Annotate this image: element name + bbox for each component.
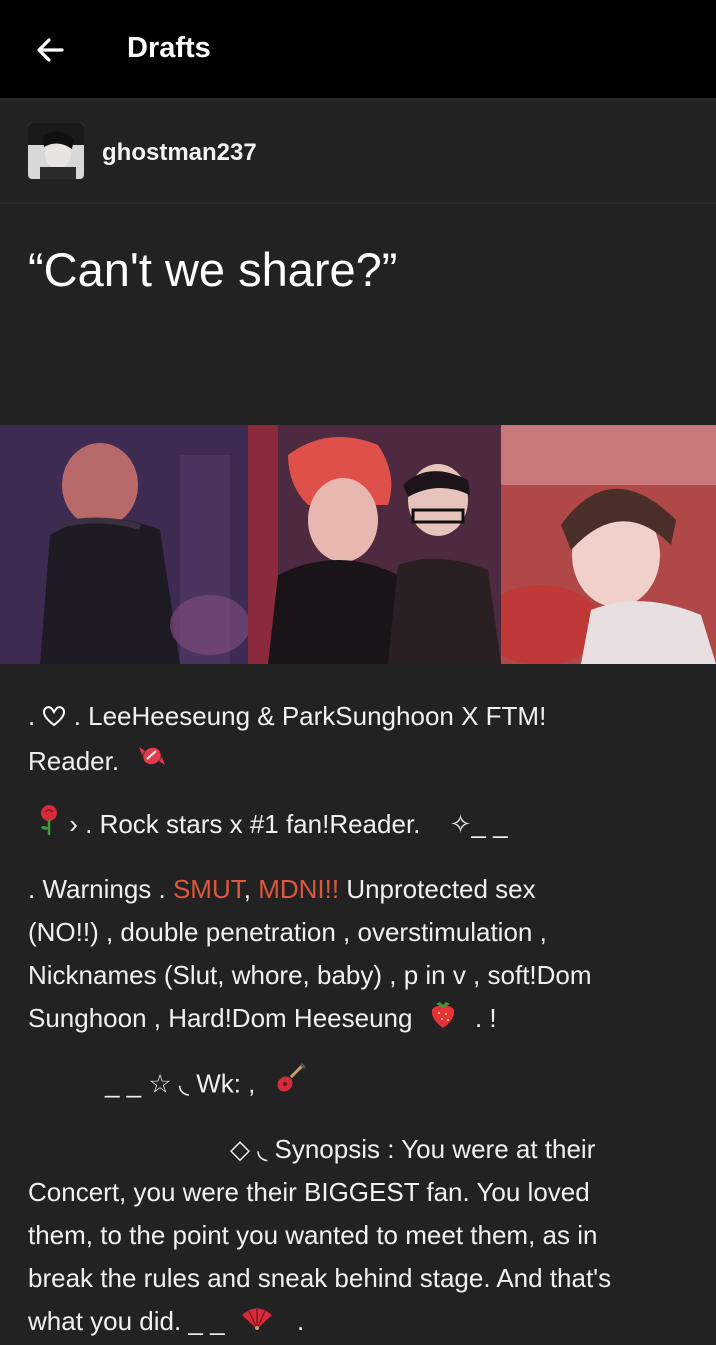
pairing-text: . LeeHeeseung & ParkSunghoon X FTM! (73, 701, 547, 731)
synopsis-line-2: Concert, you were their BIGGEST fan. You… (28, 1177, 590, 1207)
wk-line: _ _ ☆ ◟ Wk: , (105, 1062, 665, 1109)
author-name[interactable]: ghostman237 (102, 139, 257, 167)
banner-photo-3 (481, 425, 716, 664)
back-button[interactable] (30, 30, 70, 70)
banner-photo-2 (248, 425, 501, 664)
fan-icon (240, 1302, 274, 1345)
arrow-left-icon (37, 38, 64, 62)
pairing-text-2: Reader. (28, 745, 120, 776)
warnings-lead: . Warnings . (28, 874, 173, 904)
heart-outline-icon (42, 697, 66, 740)
rock-text: › . Rock stars x #1 fan!Reader. (69, 809, 421, 839)
guitar-icon (273, 1062, 307, 1109)
page-title: Drafts (127, 32, 211, 64)
rose-icon (36, 804, 62, 849)
rock-suffix: ✧_ _ (449, 809, 508, 839)
pairing-paragraph: . . LeeHeeseung & ParkSunghoon X FTM! Re… (28, 695, 688, 784)
warnings-line-3: Nicknames (Slut, whore, baby) , p in v ,… (28, 960, 592, 990)
warnings-rest: Unprotected sex (339, 874, 536, 904)
warnings-paragraph: . Warnings . SMUT, MDNI!! Unprotected se… (28, 868, 688, 1043)
avatar[interactable] (28, 123, 84, 179)
header-image (0, 425, 716, 664)
post-title: “Can't we share?” (28, 243, 398, 296)
synopsis-end: . (297, 1306, 305, 1336)
synopsis-paragraph: ◇ ◟ Synopsis : You were at their Concert… (28, 1128, 688, 1345)
strawberry-icon (428, 998, 458, 1043)
rock-line: › . Rock stars x #1 fan!Reader. ✧_ _ (28, 803, 688, 849)
pairing-prefix: . (28, 701, 43, 731)
synopsis-line-5: what you did. _ _ (28, 1306, 225, 1336)
synopsis-lead: ◇ ◟ Synopsis : You were at their (230, 1134, 596, 1164)
synopsis-line-3: them, to the point you wanted to meet th… (28, 1220, 598, 1250)
warnings-end: . ! (474, 1003, 497, 1033)
wk-text: _ _ ☆ ◟ Wk: , (105, 1068, 256, 1099)
mdni-tag: MDNI!! (258, 874, 340, 904)
warnings-line-2: (NO!!) , double penetration , overstimul… (28, 917, 547, 947)
top-bar: Drafts (0, 0, 716, 100)
synopsis-line-4: break the rules and sneak behind stage. … (28, 1263, 612, 1293)
warnings-line-4: Sunghoon , Hard!Dom Heeseung (28, 1003, 413, 1033)
candy-icon (134, 741, 170, 784)
comma-separator: , (243, 874, 259, 904)
smut-tag: SMUT (172, 874, 244, 904)
banner-photo-1 (0, 425, 250, 664)
